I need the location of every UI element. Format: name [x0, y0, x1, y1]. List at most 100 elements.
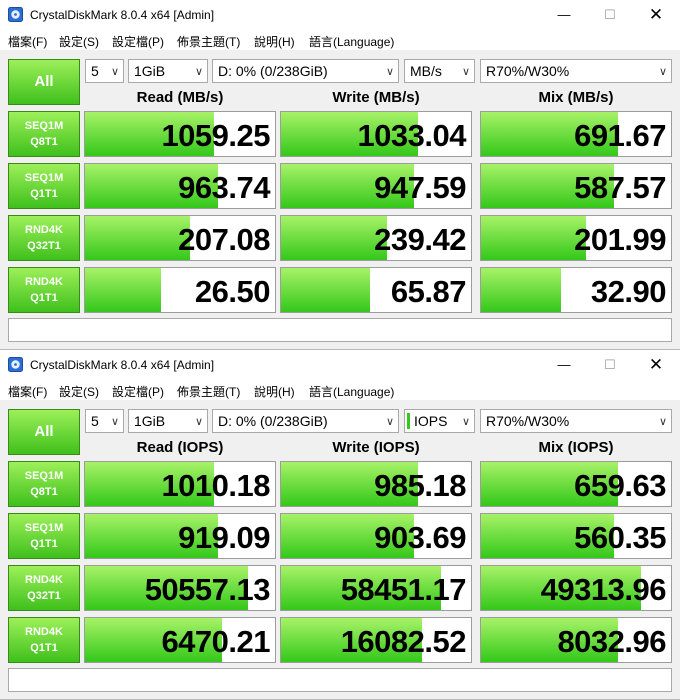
drive-value: D: 0% (0/238GiB)	[218, 63, 328, 79]
result-cell: 691.67	[480, 111, 672, 157]
test-count-select[interactable]: 5 ∨	[85, 409, 124, 433]
focus-marker	[407, 413, 410, 429]
row-label-line2: Q8T1	[30, 486, 58, 498]
seq1m-q8t1-button[interactable]: SEQ1M Q8T1	[8, 461, 80, 507]
row-label-line2: Q1T1	[30, 292, 58, 304]
result-value: 903.69	[374, 520, 466, 555]
chevron-down-icon: ∨	[461, 66, 470, 78]
drive-select[interactable]: D: 0% (0/238GiB) ∨	[212, 59, 399, 83]
row-label-line2: Q1T1	[30, 538, 58, 550]
result-value: 560.35	[574, 520, 666, 555]
unit-value: MB/s	[410, 63, 442, 79]
unit-select[interactable]: IOPS ∨	[404, 409, 475, 433]
row-label-line1: SEQ1M	[24, 172, 64, 184]
row-label-line1: RND4K	[25, 574, 63, 586]
result-bar	[481, 216, 586, 260]
result-value: 985.18	[374, 468, 466, 503]
result-cell: 919.09	[84, 513, 276, 559]
row-label-line2: Q1T1	[30, 642, 58, 654]
close-button[interactable]: ✕	[633, 350, 679, 380]
result-value: 1059.25	[161, 118, 270, 153]
row-label-line1: RND4K	[25, 626, 63, 638]
mix-ratio-select[interactable]: R70%/W30% ∨	[480, 59, 672, 83]
minimize-button[interactable]: —	[541, 350, 587, 380]
test-count-select[interactable]: 5 ∨	[85, 59, 124, 83]
all-button[interactable]: All	[8, 409, 80, 455]
menu-profile[interactable]: 設定檔(P)	[112, 33, 164, 50]
row-label-line2: Q32T1	[27, 240, 61, 252]
test-size-select[interactable]: 1GiB ∨	[128, 409, 208, 433]
result-value: 32.90	[590, 274, 667, 309]
result-value: 6470.21	[161, 624, 270, 659]
close-button[interactable]: ✕	[633, 0, 679, 30]
menu-settings[interactable]: 設定(S)	[59, 33, 99, 50]
seq1m-q1t1-button[interactable]: SEQ1M Q1T1	[8, 163, 80, 209]
result-bar	[281, 216, 388, 260]
read-header: Read (MB/s)	[136, 89, 224, 106]
test-size-value: 1GiB	[134, 413, 166, 429]
row-label-line1: SEQ1M	[24, 120, 64, 132]
result-cell: 26.50	[84, 267, 276, 313]
rnd4k-q1t1-button[interactable]: RND4K Q1T1	[8, 267, 80, 313]
title-bar[interactable]: CrystalDiskMark 8.0.4 x64 [Admin] — ☐ ✕	[0, 350, 680, 380]
result-cell: 239.42	[280, 215, 472, 261]
menu-file[interactable]: 檔案(F)	[8, 383, 47, 400]
chevron-down-icon: ∨	[658, 416, 667, 428]
result-cell: 8032.96	[480, 617, 672, 663]
crystaldiskmark-icon	[8, 7, 23, 22]
result-cell: 65.87	[280, 267, 472, 313]
result-bar	[281, 268, 371, 312]
result-value: 49313.96	[540, 572, 667, 607]
minimize-button[interactable]: —	[541, 0, 587, 30]
result-value: 919.09	[178, 520, 270, 555]
read-header: Read (IOPS)	[136, 439, 224, 456]
menu-help[interactable]: 說明(H)	[254, 33, 295, 50]
maximize-button[interactable]: ☐	[587, 350, 633, 380]
menu-file[interactable]: 檔案(F)	[8, 33, 47, 50]
mix-ratio-select[interactable]: R70%/W30% ∨	[480, 409, 672, 433]
menu-language[interactable]: 語言(Language)	[309, 33, 394, 50]
test-count-value: 5	[91, 63, 99, 79]
cdm-window: CrystalDiskMark 8.0.4 x64 [Admin] — ☐ ✕ …	[0, 350, 680, 700]
result-bar	[85, 216, 190, 260]
mix-ratio-value: R70%/W30%	[486, 413, 570, 429]
result-cell: 1033.04	[280, 111, 472, 157]
comment-input[interactable]	[8, 668, 672, 692]
result-cell: 1059.25	[84, 111, 276, 157]
rnd4k-q32t1-button[interactable]: RND4K Q32T1	[8, 565, 80, 611]
drive-select[interactable]: D: 0% (0/238GiB) ∨	[212, 409, 399, 433]
result-cell: 587.57	[480, 163, 672, 209]
menu-settings[interactable]: 設定(S)	[59, 383, 99, 400]
seq1m-q8t1-button[interactable]: SEQ1M Q8T1	[8, 111, 80, 157]
all-button[interactable]: All	[8, 59, 80, 105]
chevron-down-icon: ∨	[194, 66, 203, 78]
rnd4k-q32t1-button[interactable]: RND4K Q32T1	[8, 215, 80, 261]
menu-language[interactable]: 語言(Language)	[309, 383, 394, 400]
result-value: 947.59	[374, 170, 466, 205]
title-bar[interactable]: CrystalDiskMark 8.0.4 x64 [Admin] — ☐ ✕	[0, 0, 680, 30]
result-value: 50557.13	[144, 572, 271, 607]
result-cell: 207.08	[84, 215, 276, 261]
menu-help[interactable]: 說明(H)	[254, 383, 295, 400]
test-size-select[interactable]: 1GiB ∨	[128, 59, 208, 83]
comment-input[interactable]	[8, 318, 672, 342]
menu-profile[interactable]: 設定檔(P)	[112, 383, 164, 400]
mix-ratio-value: R70%/W30%	[486, 63, 570, 79]
maximize-button[interactable]: ☐	[587, 0, 633, 30]
result-cell: 1010.18	[84, 461, 276, 507]
menu-theme[interactable]: 佈景主題(T)	[177, 33, 240, 50]
unit-select[interactable]: MB/s ∨	[404, 59, 475, 83]
result-bar	[85, 268, 161, 312]
menu-bar: 檔案(F) 設定(S) 設定檔(P) 佈景主題(T) 說明(H) 語言(Lang…	[0, 30, 680, 50]
write-header: Write (IOPS)	[332, 439, 420, 456]
window-title: CrystalDiskMark 8.0.4 x64 [Admin]	[30, 8, 215, 22]
rnd4k-q1t1-button[interactable]: RND4K Q1T1	[8, 617, 80, 663]
result-cell: 201.99	[480, 215, 672, 261]
mix-header: Mix (IOPS)	[538, 439, 614, 456]
menu-theme[interactable]: 佈景主題(T)	[177, 383, 240, 400]
seq1m-q1t1-button[interactable]: SEQ1M Q1T1	[8, 513, 80, 559]
cdm-window: CrystalDiskMark 8.0.4 x64 [Admin] — ☐ ✕ …	[0, 0, 680, 350]
result-cell: 32.90	[480, 267, 672, 313]
result-cell: 903.69	[280, 513, 472, 559]
result-cell: 947.59	[280, 163, 472, 209]
